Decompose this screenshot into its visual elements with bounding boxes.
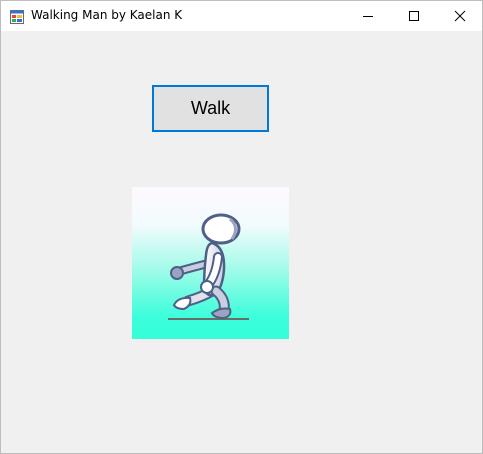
app-window: Walking Man by Kaelan K Walk: [0, 0, 483, 454]
walk-button[interactable]: Walk: [152, 85, 269, 132]
walking-man-image: [132, 187, 289, 339]
maximize-icon: [409, 11, 419, 21]
maximize-button[interactable]: [391, 1, 437, 31]
app-icon: [10, 9, 24, 24]
minimize-button[interactable]: [345, 1, 391, 31]
title-bar[interactable]: Walking Man by Kaelan K: [1, 1, 482, 31]
close-icon: [454, 10, 466, 22]
close-button[interactable]: [437, 1, 482, 31]
window-title: Walking Man by Kaelan K: [31, 8, 183, 22]
minimize-icon: [363, 16, 373, 17]
